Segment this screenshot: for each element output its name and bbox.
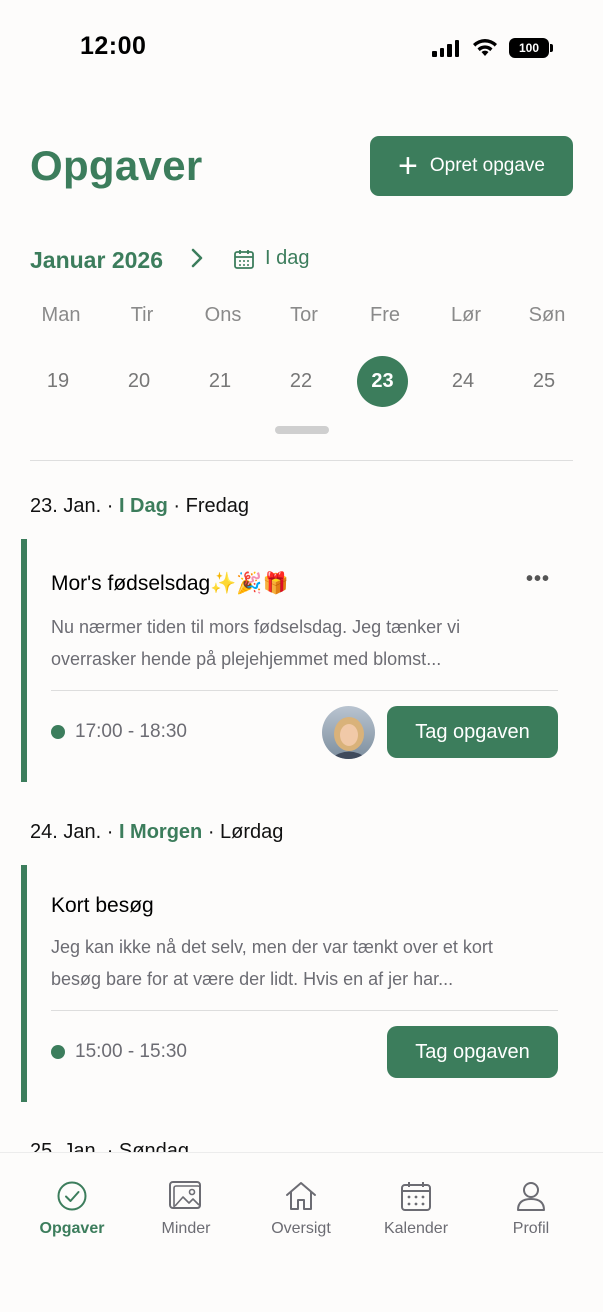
page-title: Opgaver xyxy=(30,142,203,189)
nav-label: Minder xyxy=(161,1220,211,1237)
battery-icon: 100 xyxy=(509,38,549,58)
avatar[interactable] xyxy=(322,706,375,759)
bottom-nav: Opgaver Minder Oversigt Kalender Profil xyxy=(0,1152,603,1312)
task-title: Mor's fødselsdag✨🎉🎁 xyxy=(51,572,289,595)
nav-item-kalender[interactable]: Kalender xyxy=(361,1180,471,1238)
card-separator xyxy=(51,690,558,691)
day-20[interactable]: 20 xyxy=(109,370,169,393)
nav-label: Profil xyxy=(512,1220,550,1237)
day-24[interactable]: 24 xyxy=(433,370,493,393)
today-label: I dag xyxy=(265,247,310,269)
weekday-sat: Lør xyxy=(451,304,481,326)
time-dot xyxy=(51,1045,65,1059)
nav-label: Kalender xyxy=(383,1220,449,1237)
time-dot xyxy=(51,725,65,739)
task-time: 15:00 - 15:30 xyxy=(51,1041,187,1063)
images-icon xyxy=(169,1181,201,1209)
date-highlight: I Morgen xyxy=(118,821,203,843)
today-button[interactable]: I dag xyxy=(233,247,309,270)
status-time: 12:00 xyxy=(80,32,147,60)
weekday-fri: Fre xyxy=(370,304,400,326)
calendar-small-icon xyxy=(234,249,254,269)
task-description: Jeg kan ikke nå det selv, men der var tæ… xyxy=(51,937,493,989)
home-icon xyxy=(286,1182,316,1210)
month-label: Januar 2026 xyxy=(30,247,163,273)
day-21[interactable]: 21 xyxy=(190,370,250,393)
nav-item-oversigt[interactable]: Oversigt xyxy=(246,1180,356,1238)
nav-item-opgaver[interactable]: Opgaver xyxy=(17,1180,127,1238)
date-header-today: 23. Jan. · I Dag · Fredag xyxy=(30,495,249,518)
wifi-icon xyxy=(473,39,497,56)
date-text: 23. Jan. · xyxy=(30,495,119,517)
nav-label: Oversigt xyxy=(271,1220,331,1237)
task-time-text: 15:00 - 15:30 xyxy=(75,1041,187,1062)
weekday-wed: Ons xyxy=(204,304,242,326)
chevron-right-icon[interactable] xyxy=(190,247,204,276)
calendar-icon xyxy=(401,1182,431,1211)
nav-label: Opgaver xyxy=(39,1220,105,1237)
check-circle-icon xyxy=(57,1181,87,1211)
card-separator xyxy=(51,1010,558,1011)
weekday-tue: Tir xyxy=(130,304,154,326)
nav-item-minder[interactable]: Minder xyxy=(131,1180,241,1238)
weekday-mon: Man xyxy=(41,304,81,326)
create-task-button[interactable]: + Opret opgave xyxy=(370,136,573,196)
task-time: 17:00 - 18:30 xyxy=(51,721,187,743)
take-task-button[interactable]: Tag opgaven xyxy=(387,1026,558,1078)
date-weekday: · Lørdag xyxy=(202,821,284,843)
day-25[interactable]: 25 xyxy=(514,370,574,393)
task-description: Nu nærmer tiden til mors fødselsdag. Jeg… xyxy=(51,617,461,669)
signal-icon xyxy=(432,40,459,57)
user-icon xyxy=(517,1182,545,1211)
divider xyxy=(30,460,573,461)
take-task-button[interactable]: Tag opgaven xyxy=(387,706,558,758)
card-accent-bar xyxy=(21,865,27,1102)
day-19[interactable]: 19 xyxy=(28,370,88,393)
create-task-label: Opret opgave xyxy=(429,155,545,176)
date-weekday: · Fredag xyxy=(167,495,249,517)
weekday-sun: Søn xyxy=(528,304,566,326)
date-header-tomorrow: 24. Jan. · I Morgen · Lørdag xyxy=(30,821,283,844)
plus-icon: + xyxy=(398,147,418,185)
battery-tip xyxy=(550,44,553,52)
nav-item-profil[interactable]: Profil xyxy=(476,1180,586,1238)
task-time-text: 17:00 - 18:30 xyxy=(75,721,187,742)
task-title: Kort besøg xyxy=(51,894,154,917)
card-accent-bar xyxy=(21,539,27,782)
day-22[interactable]: 22 xyxy=(271,370,331,393)
date-highlight: I Dag xyxy=(118,495,168,517)
drag-handle[interactable] xyxy=(275,426,329,434)
day-selected[interactable]: 23 xyxy=(357,356,408,407)
date-text: 24. Jan. · xyxy=(30,821,119,843)
more-options-icon[interactable]: ••• xyxy=(526,568,550,591)
weekday-thu: Tor xyxy=(290,304,318,326)
